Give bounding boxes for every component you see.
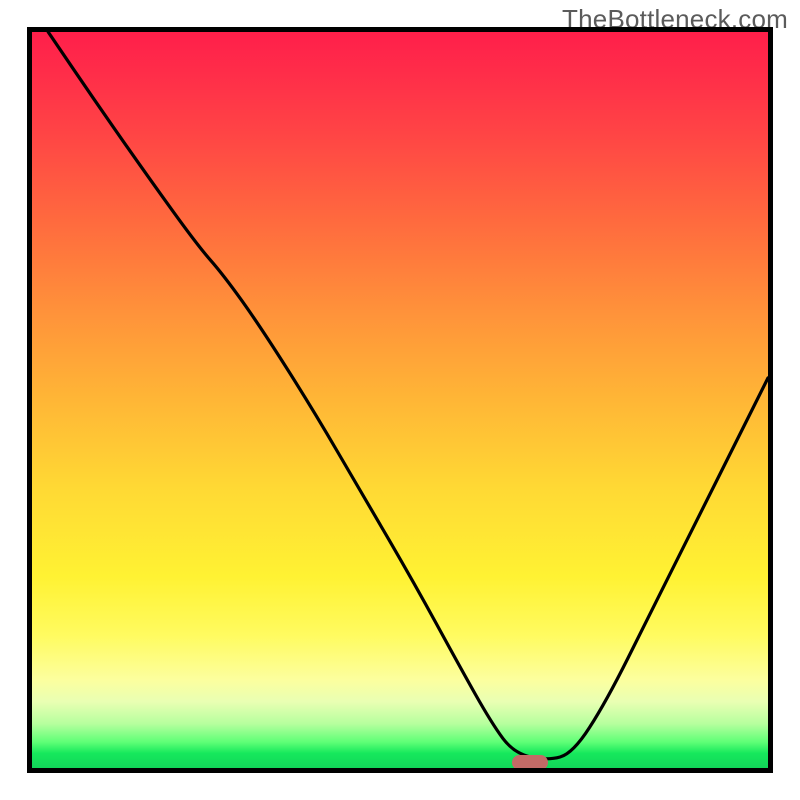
plot-area — [27, 27, 773, 773]
bottleneck-curve — [32, 32, 768, 768]
optimal-marker — [512, 755, 548, 770]
chart-frame: TheBottleneck.com — [0, 0, 800, 800]
